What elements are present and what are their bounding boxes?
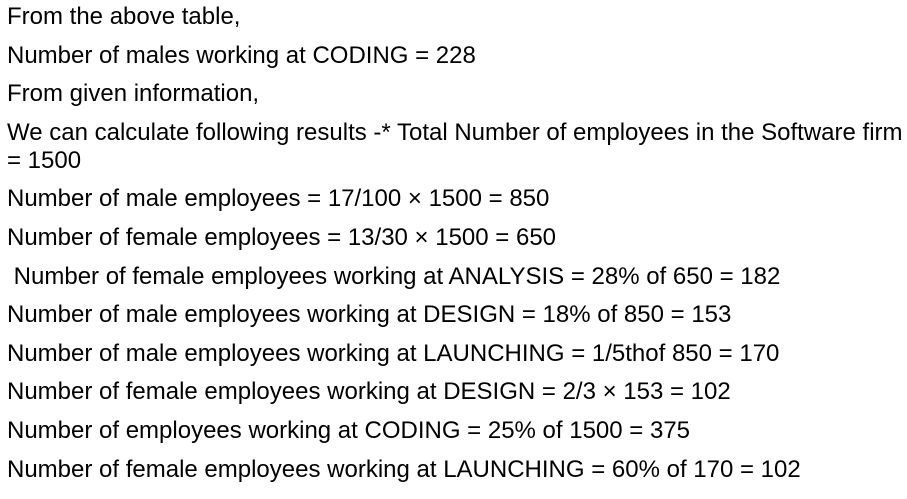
text-line: From the above table, [7, 3, 241, 30]
text-line: Number of males working at CODING = 228 [7, 41, 476, 69]
text-line: Number of female employees working at LA… [7, 455, 801, 483]
text-line: Number of male employees working at LAUN… [7, 339, 780, 367]
text-line: We can calculate following results -* To… [7, 118, 903, 174]
text-line: Number of employees working at CODING = … [7, 416, 691, 444]
text-line: From given information, [7, 80, 260, 108]
text-line: Number of female employees working at DE… [7, 378, 731, 406]
text-line: Number of female employees = 13/30 × 150… [7, 223, 557, 251]
text-line: Number of female employees working at AN… [7, 262, 781, 290]
text-line: Number of male employees working at DESI… [7, 301, 732, 329]
solution-text: From the above table, Number of males wo… [7, 3, 903, 494]
text-line: Number of male employees = 17/100 × 1500… [7, 185, 550, 213]
